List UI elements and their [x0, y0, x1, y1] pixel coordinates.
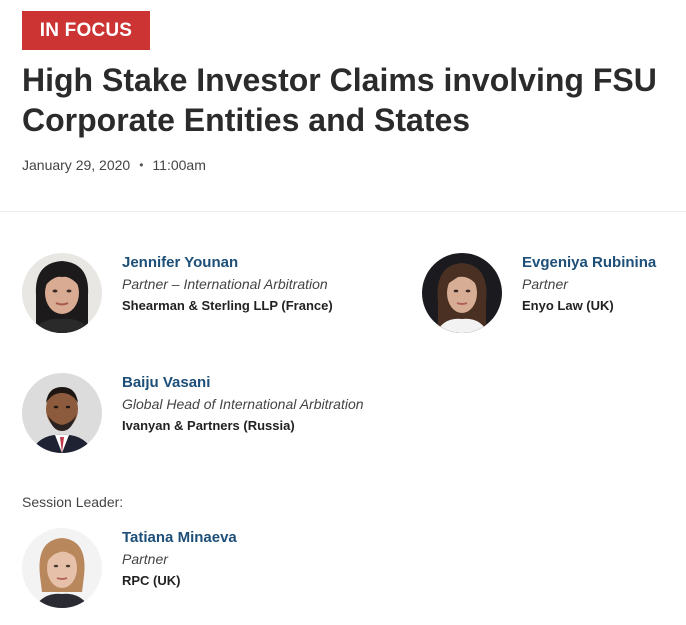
session-leader-label: Session Leader:: [22, 494, 124, 510]
speaker-organization: Ivanyan & Partners (Russia): [122, 418, 295, 433]
speaker-card-baiju-vasani: Baiju Vasani Global Head of Internationa…: [22, 373, 364, 453]
speaker-photo: [22, 253, 102, 333]
speaker-photo: [22, 373, 102, 453]
event-date: January 29, 2020: [22, 157, 131, 173]
speaker-name[interactable]: Tatiana Minaeva: [122, 529, 237, 547]
speaker-name[interactable]: Evgeniya Rubinina: [522, 254, 656, 272]
speaker-name[interactable]: Jennifer Younan: [122, 254, 333, 272]
event-time: 11:00am: [152, 157, 206, 173]
speaker-role: Partner: [122, 551, 168, 567]
event-datetime: January 29, 2020 • 11:00am: [22, 157, 206, 173]
speaker-card-evgeniya-rubinina: Evgeniya Rubinina Partner Enyo Law (UK): [422, 253, 656, 333]
speaker-organization: Shearman & Sterling LLP (France): [122, 298, 333, 313]
speaker-photo: [22, 528, 102, 608]
speaker-card-jennifer-younan: Jennifer Younan Partner – International …: [22, 253, 333, 333]
in-focus-badge: IN FOCUS: [22, 11, 150, 50]
speaker-role: Global Head of International Arbitration: [122, 396, 364, 412]
event-title: High Stake Investor Claims involving FSU…: [22, 62, 657, 138]
divider: [0, 211, 686, 212]
speaker-name[interactable]: Baiju Vasani: [122, 374, 364, 392]
session-leader-card: Tatiana Minaeva Partner RPC (UK): [22, 528, 237, 608]
speaker-organization: RPC (UK): [122, 573, 181, 588]
separator: •: [139, 158, 144, 172]
speaker-organization: Enyo Law (UK): [522, 298, 614, 313]
speaker-photo: [422, 253, 502, 333]
speaker-role: Partner – International Arbitration: [122, 276, 328, 292]
speaker-role: Partner: [522, 276, 568, 292]
